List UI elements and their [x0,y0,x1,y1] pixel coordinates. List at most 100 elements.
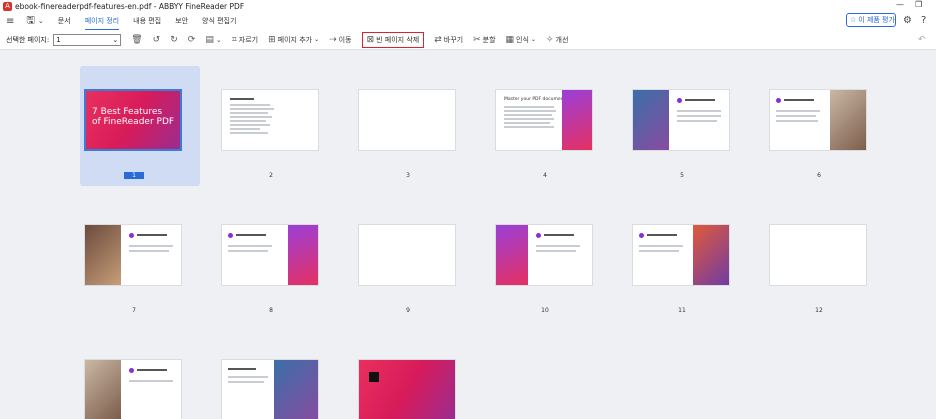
person-photo [633,90,669,150]
move-button[interactable]: ⇢ 이동 [329,35,351,45]
page-number-4: 4 [543,172,547,179]
page-thumbnail-5[interactable] [632,89,730,151]
page-thumbnail-11[interactable] [632,224,730,286]
toc-line [230,128,260,130]
crop-icon: ⌗ [231,34,237,45]
feature-dot-icon [639,233,644,238]
ocr-icon: ▦ [505,34,515,45]
chevron-down-icon: ⌄ [112,35,119,44]
title-bar: A ebook-finereaderpdf-features-en.pdf - … [0,0,936,12]
replace-label: 바꾸기 [443,35,464,44]
toc-heading [230,98,254,100]
selected-pages-select[interactable]: 1 ⌄ [53,33,122,46]
toc-line [230,108,274,110]
toc-line [230,116,272,118]
page-properties-icon[interactable]: ▤ [205,35,214,45]
body-line [129,380,173,382]
delete-blank-icon: ⊠ [366,34,375,45]
selected-pages-label: 선택한 페이지: [6,35,50,44]
page-thumbnail-2[interactable] [221,89,319,151]
menu-bar: ≡ 🖫 ⌄ 문서 페이지 정리 내용 편집 보안 양식 편집기 ☆ 이 제품 평… [0,12,936,31]
minimize-icon[interactable]: — [896,0,904,9]
delete-icon[interactable]: 🗑 [131,35,142,45]
hamburger-menu-icon[interactable]: ≡ [6,16,14,27]
body-line [228,250,268,252]
heading [228,368,256,370]
menu-security[interactable]: 보안 [175,16,188,26]
page-number-2: 2 [269,172,273,179]
add-page-icon: ⊞ [268,34,276,45]
page-thumbnail-12[interactable] [769,224,867,286]
page-thumbnail-13[interactable] [84,359,182,419]
qr-code-icon [369,372,379,382]
cover-title-line-2: of FineReader PDF [92,117,175,127]
person-photo [830,90,866,150]
rotate-left-icon[interactable]: ↺ [153,35,161,45]
body-line [228,376,268,378]
feature-dot-icon [677,98,682,103]
recognize-label: 인식 [516,35,529,44]
people-photo [274,360,318,419]
page-number-7: 7 [132,307,136,314]
page-number-1: 1 [124,172,144,179]
restore-icon[interactable]: ❐ [915,0,922,9]
body-line [504,106,554,108]
page-thumbnail-4[interactable]: Master your PDF documents [495,89,593,151]
people-photo [693,225,729,285]
replace-button[interactable]: ⇄ 바꾸기 [434,35,463,45]
magic-wand-icon: ✧ [545,34,554,45]
chevron-down-icon: ⌄ [530,36,536,43]
toc-line [230,120,266,122]
cover-title-line-1: 7 Best Features [92,107,163,117]
star-icon: ☆ [850,16,857,24]
body-line [228,381,264,383]
split-button[interactable]: ✂ 분할 [473,35,495,45]
chevron-down-icon[interactable]: ⌄ [216,36,222,44]
feature-heading [137,369,167,371]
help-icon[interactable]: ? [921,15,926,26]
chevron-down-icon[interactable]: ⌄ [38,17,44,25]
page-thumbnail-9[interactable] [358,224,456,286]
body-line [504,110,556,112]
feature-dot-icon [129,233,134,238]
page-thumbnail-14[interactable] [221,359,319,419]
rotate-right-icon[interactable]: ↻ [170,35,178,45]
settings-icon[interactable]: ⚙ [903,15,912,26]
delete-blank-pages-button[interactable]: ⊠ 빈 페이지 삭제 [361,31,425,48]
rate-product-button[interactable]: ☆ 이 제품 평가 [846,13,896,27]
page-number-9: 9 [406,307,410,314]
body-line [504,114,552,116]
page-thumbnail-3[interactable] [358,89,456,151]
page-number-3: 3 [406,172,410,179]
undo-icon[interactable]: ↶ [918,35,926,45]
save-icon[interactable]: 🖫 [26,13,35,30]
page-thumbnail-15[interactable] [358,359,456,419]
page-thumbnail-6[interactable] [769,89,867,151]
body-line [776,120,818,122]
menu-organize-pages[interactable]: 페이지 정리 [84,16,120,31]
purple-sidebar-band [288,225,318,285]
toc-line [230,112,268,114]
toc-line [230,124,270,126]
feature-heading [137,234,167,236]
page-thumbnail-10[interactable] [495,224,593,286]
reorder-icon[interactable]: ⟳ [188,35,196,45]
feature-heading [784,99,814,101]
body-line [639,245,683,247]
feature-heading [544,234,574,236]
recognize-button[interactable]: ▦ 인식 ⌄ [506,35,536,45]
page-number-6: 6 [817,172,821,179]
page-thumbnail-1[interactable]: 7 Best Features of FineReader PDF [84,89,182,151]
improve-button[interactable]: ✧ 개선 [546,35,568,45]
page-thumbnail-7[interactable] [84,224,182,286]
add-page-button[interactable]: ⊞ 페이지 추가 ⌄ [268,35,319,45]
menu-document[interactable]: 문서 [58,16,71,26]
page-thumbnail-8[interactable] [221,224,319,286]
menu-form-editor[interactable]: 양식 편집기 [202,16,236,26]
body-line [639,250,679,252]
menu-edit-content[interactable]: 내용 편집 [133,16,161,26]
crop-button[interactable]: ⌗ 자르기 [232,35,258,45]
app-logo-icon: A [3,1,12,11]
move-label: 이동 [338,35,352,44]
improve-label: 개선 [555,35,569,44]
